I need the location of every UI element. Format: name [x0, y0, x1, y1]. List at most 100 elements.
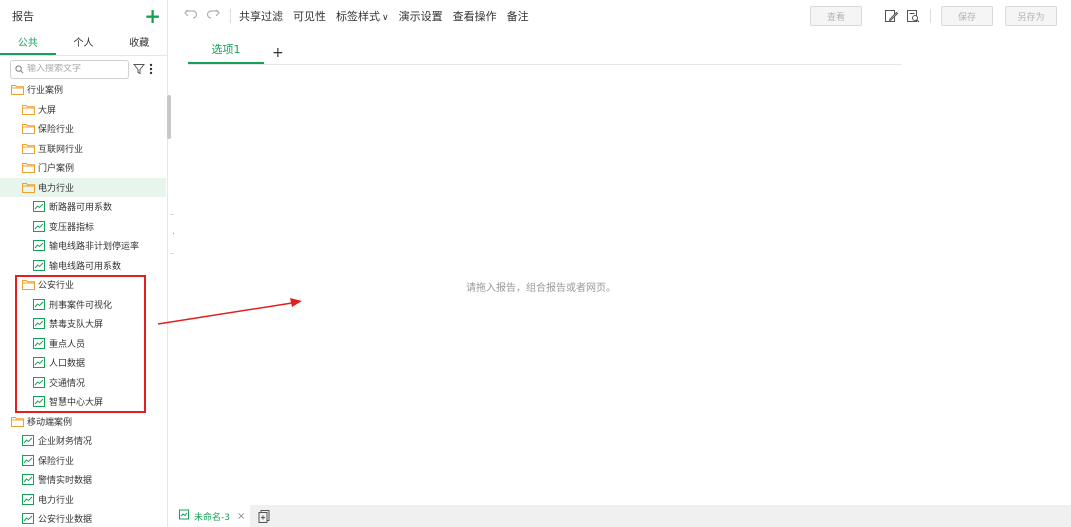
sidebar-tabs: 公共 个人 收藏 — [0, 32, 167, 56]
report-tree: 行业案例 大屏 保险行业 互联网行业 门户案例 电力行业 断路器可用系数 变压器指标 输电线路非… — [0, 80, 166, 527]
report-chart-icon — [33, 240, 46, 252]
folder-icon — [22, 143, 35, 154]
report-chart-icon — [33, 396, 46, 408]
shared-filter-button[interactable]: 共享过滤 — [239, 8, 283, 24]
presentation-settings-button[interactable]: 演示设置 — [399, 8, 443, 24]
tab-public[interactable]: 公共 — [0, 32, 56, 55]
drop-placeholder: 请拖入报告，组合报告或者网页。 — [466, 283, 616, 294]
report-chart-icon — [33, 259, 46, 271]
preview-icon[interactable] — [906, 9, 920, 23]
tree-item-label: 警情实时数据 — [38, 476, 93, 487]
tree-folder[interactable]: 公安行业 — [0, 275, 166, 295]
search-row — [0, 56, 167, 82]
tree-report-item[interactable]: 电力行业 — [0, 490, 166, 510]
tree-report-item[interactable]: 输电线路可用系数 — [0, 256, 166, 276]
tree-item-label: 公安行业数据 — [38, 515, 93, 526]
tree-item-label: 移动端案例 — [27, 417, 73, 428]
folder-icon — [11, 416, 24, 427]
tree-folder[interactable]: 保险行业 — [0, 119, 166, 139]
tree-report-item[interactable]: 输电线路非计划停运率 — [0, 236, 166, 256]
tab-favorites[interactable]: 收藏 — [111, 32, 167, 55]
file-tab-label: 未命名-3 — [194, 512, 230, 523]
tree-item-label: 企业财务情况 — [38, 437, 93, 448]
filter-icon[interactable] — [133, 63, 145, 75]
tree-folder[interactable]: 电力行业 — [0, 177, 166, 197]
page-tabs: 选项1 + — [188, 40, 902, 65]
tree-item-label: 禁毒支队大屏 — [49, 320, 104, 331]
undo-icon[interactable] — [184, 8, 198, 24]
tree-report-item[interactable]: 警情实时数据 — [0, 470, 166, 490]
tree-item-label: 大屏 — [38, 105, 57, 116]
save-as-button[interactable]: 另存为 — [1005, 6, 1057, 26]
redo-icon[interactable] — [206, 8, 220, 24]
folder-icon — [22, 182, 35, 193]
tree-report-item[interactable]: 重点人员 — [0, 334, 166, 354]
tree-item-label: 重点人员 — [49, 339, 86, 350]
canvas-area: 选项1 + 请拖入报告，组合报告或者网页。 — [174, 32, 1071, 505]
report-chart-icon — [33, 220, 46, 232]
tree-report-item[interactable]: 公安行业数据 — [0, 509, 166, 527]
search-icon — [15, 64, 24, 74]
tab-personal[interactable]: 个人 — [56, 32, 112, 55]
tree-folder[interactable]: 移动端案例 — [0, 412, 166, 432]
notes-button[interactable]: 备注 — [507, 8, 529, 24]
tab-option1[interactable]: 选项1 — [188, 39, 264, 64]
add-tab-button[interactable]: + — [272, 42, 284, 64]
tree-item-label: 智慧中心大屏 — [49, 398, 104, 409]
tree-report-item[interactable]: 交通情况 — [0, 373, 166, 393]
tree-item-label: 变压器指标 — [49, 222, 95, 233]
sidebar-header: 报告 + — [0, 0, 167, 32]
tree-item-label: 断路器可用系数 — [49, 203, 113, 214]
folder-icon — [22, 104, 35, 115]
report-chart-icon — [22, 435, 35, 447]
toolbar: 共享过滤 可见性 标签样式 ∨ 演示设置 查看操作 备注 查看 保存 另存为 — [174, 0, 1071, 32]
tree-folder[interactable]: 互联网行业 — [0, 139, 166, 159]
tree-item-label: 人口数据 — [49, 359, 86, 370]
tree-item-label: 公安行业 — [38, 281, 75, 292]
tree-item-label: 输电线路可用系数 — [49, 261, 122, 272]
tag-style-dropdown[interactable]: 标签样式 ∨ — [336, 8, 389, 24]
visibility-button[interactable]: 可见性 — [293, 8, 326, 24]
toolbar-actions: 查看 保存 另存为 — [810, 6, 1057, 26]
tree-report-item[interactable]: 断路器可用系数 — [0, 197, 166, 217]
view-operations-button[interactable]: 查看操作 — [453, 8, 497, 24]
edit-icon[interactable] — [884, 9, 898, 23]
sidebar-title: 报告 — [12, 10, 34, 23]
more-icon[interactable] — [149, 63, 153, 75]
report-chart-icon — [22, 474, 35, 486]
report-chart-icon — [33, 376, 46, 388]
tree-report-item[interactable]: 刑事案件可视化 — [0, 295, 166, 315]
tree-report-item[interactable]: 人口数据 — [0, 353, 166, 373]
toolbar-divider — [230, 9, 231, 23]
sidebar-scrollbar[interactable] — [167, 95, 171, 139]
tree-report-item[interactable]: 智慧中心大屏 — [0, 392, 166, 412]
report-chart-icon — [33, 337, 46, 349]
new-file-icon[interactable] — [258, 509, 271, 523]
chevron-down-icon: ∨ — [382, 13, 389, 23]
tree-item-label: 互联网行业 — [38, 144, 84, 155]
bottom-file-bar: 未命名-3 × — [174, 505, 1071, 527]
tree-report-item[interactable]: 保险行业 — [0, 451, 166, 471]
tree-item-label: 输电线路非计划停运率 — [49, 242, 140, 253]
report-chart-icon — [22, 454, 35, 466]
tree-folder[interactable]: 门户案例 — [0, 158, 166, 178]
tree-folder[interactable]: 大屏 — [0, 100, 166, 120]
tree-item-label: 刑事案件可视化 — [49, 300, 113, 311]
report-sidebar: 报告 + 公共 个人 收藏 行业案例大屏保险行业互联网行业门户案例电力行业断路器… — [0, 0, 168, 527]
save-button[interactable]: 保存 — [941, 6, 993, 26]
view-button[interactable]: 查看 — [810, 6, 862, 26]
tree-report-item[interactable]: 禁毒支队大屏 — [0, 314, 166, 334]
tree-item-label: 交通情况 — [49, 378, 86, 389]
add-report-button[interactable]: + — [144, 6, 161, 26]
tree-report-item[interactable]: 变压器指标 — [0, 217, 166, 237]
tree-report-item[interactable]: 企业财务情况 — [0, 431, 166, 451]
toolbar-divider — [930, 9, 931, 23]
tree-item-label: 门户案例 — [38, 164, 75, 175]
file-tab[interactable]: 未命名-3 × — [174, 505, 251, 527]
folder-icon — [11, 84, 24, 96]
search-input[interactable] — [27, 64, 122, 74]
close-icon[interactable]: × — [237, 511, 245, 522]
report-chart-icon — [33, 298, 46, 310]
folder-icon — [22, 279, 35, 291]
tree-folder[interactable]: 行业案例 — [0, 80, 166, 100]
